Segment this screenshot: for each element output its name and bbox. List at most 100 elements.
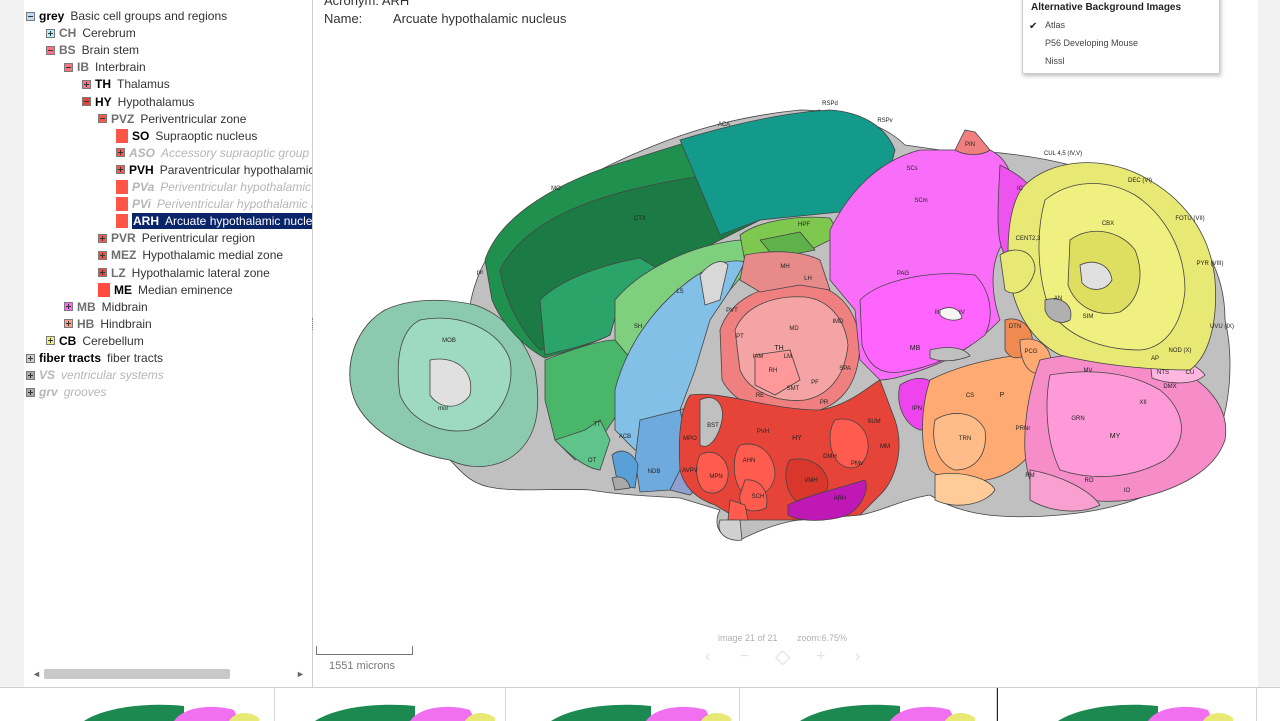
tree-node-label[interactable]: ARH Arcuate hypothalamic nucleus	[132, 213, 312, 230]
zoom-out-icon[interactable]: −	[740, 648, 749, 666]
structure-name: Hindbrain	[100, 316, 152, 331]
tree-node-label[interactable]: ME Median eminence	[114, 282, 233, 298]
scroll-left-icon[interactable]: ◄	[32, 667, 41, 681]
next-image-icon[interactable]: ›	[855, 648, 860, 666]
structure-color-swatch	[116, 197, 128, 212]
collapse-icon[interactable]	[82, 97, 91, 106]
expand-icon[interactable]	[46, 28, 55, 38]
tree-node-fiber-tracts[interactable]: fiber tracts fiber tracts	[26, 350, 163, 366]
tree-node-label[interactable]: BS Brain stem	[59, 42, 139, 58]
tree-node-ib[interactable]: IB Interbrain	[64, 59, 146, 75]
expand-icon[interactable]	[82, 79, 91, 89]
tree-node-hb[interactable]: HB Hindbrain	[64, 316, 152, 332]
expand-icon[interactable]	[64, 302, 73, 312]
tree-node-label[interactable]: IB Interbrain	[77, 59, 146, 75]
tree-node-label[interactable]: CB Cerebellum	[59, 333, 144, 349]
tree-node-arh[interactable]: ARH Arcuate hypothalamic nucleus	[116, 213, 312, 230]
structure-name: Periventricular hypothalamic n	[156, 197, 313, 212]
tree-node-label[interactable]: grv grooves	[39, 384, 106, 400]
svg-text:PT: PT	[736, 334, 744, 340]
expand-icon[interactable]	[64, 319, 73, 329]
svg-text:LS: LS	[676, 289, 683, 295]
expand-icon[interactable]	[98, 268, 107, 277]
collapse-icon[interactable]	[98, 114, 107, 124]
scroll-right-icon[interactable]: ►	[296, 667, 305, 681]
zoom-in-icon[interactable]: +	[816, 648, 825, 666]
tree-node-label[interactable]: CH Cerebrum	[59, 25, 136, 41]
tree-node-pvh[interactable]: PVH Paraventricular hypothalamic	[116, 162, 312, 178]
expand-icon[interactable]	[116, 148, 125, 158]
tree-node-label[interactable]: PVR Periventricular region	[111, 230, 255, 246]
tree-node-label[interactable]: HB Hindbrain	[77, 316, 152, 332]
expand-icon[interactable]	[26, 370, 35, 380]
collapse-icon[interactable]	[46, 45, 55, 55]
tree-node-cb[interactable]: CB Cerebellum	[46, 333, 144, 349]
tree-node-pvi[interactable]: PVi Periventricular hypothalamic n	[116, 196, 313, 212]
tree-node-label[interactable]: grey Basic cell groups and regions	[39, 8, 227, 24]
structure-name: Hypothalamic medial zone	[142, 248, 284, 263]
thumbnail-4[interactable]	[740, 688, 997, 721]
tree-node-mez[interactable]: MEZ Hypothalamic medial zone	[98, 247, 283, 263]
svg-text:DEC (VI): DEC (VI)	[1128, 178, 1152, 184]
tree-node-lz[interactable]: LZ Hypothalamic lateral zone	[98, 265, 270, 281]
tree-node-so[interactable]: SO Supraoptic nucleus	[116, 128, 257, 144]
expand-icon[interactable]	[116, 165, 125, 175]
thumbnail-filmstrip	[0, 687, 1280, 721]
option-p56-developing-mouse[interactable]: P56 Developing Mouse	[1045, 38, 1138, 48]
option-nissl[interactable]: Nissl	[1045, 56, 1065, 66]
tree-node-ch[interactable]: CH Cerebrum	[46, 25, 136, 41]
tree-node-label[interactable]: HY Hypothalamus	[95, 94, 194, 110]
tree-node-th[interactable]: TH Thalamus	[82, 76, 170, 92]
tree-node-label[interactable]: ASO Accessory supraoptic group	[129, 145, 309, 161]
svg-text:UVU (IX): UVU (IX)	[1210, 324, 1234, 330]
thumbnail-3[interactable]	[506, 688, 740, 721]
tree-node-label[interactable]: PVi Periventricular hypothalamic n	[132, 196, 313, 212]
expand-icon[interactable]	[98, 233, 107, 243]
alternative-background-images-panel: Alternative Background Images ✔ Atlas P5…	[1022, 0, 1220, 74]
tree-node-label[interactable]: PVH Paraventricular hypothalamic	[129, 162, 312, 178]
expand-icon[interactable]	[98, 250, 107, 260]
tree-node-pvr[interactable]: PVR Periventricular region	[98, 230, 255, 246]
tree-node-grv[interactable]: grv grooves	[26, 384, 106, 400]
tree-node-bs[interactable]: BS Brain stem	[46, 42, 139, 58]
atlas-sagittal-section[interactable]: CTX MO ACA RSPd RSPv MOB pir mol SCH HY …	[330, 100, 1250, 560]
name-info: Name: Arcuate hypothalamic nucleus	[324, 11, 566, 26]
thumbnail-5-selected[interactable]	[997, 688, 1257, 721]
previous-image-icon[interactable]: ‹	[705, 648, 710, 666]
tree-node-mb[interactable]: MB Midbrain	[64, 299, 148, 315]
expand-icon[interactable]	[46, 336, 55, 346]
tree-node-aso[interactable]: ASO Accessory supraoptic group	[116, 145, 309, 161]
scrollbar-thumb[interactable]	[44, 669, 230, 679]
tree-node-label[interactable]: TH Thalamus	[95, 76, 170, 92]
tree-node-label[interactable]: MEZ Hypothalamic medial zone	[111, 247, 283, 263]
tree-node-label[interactable]: PVa Periventricular hypothalamic n	[132, 179, 312, 195]
tree-node-label[interactable]: VS ventricular systems	[39, 367, 164, 383]
tree-node-hy[interactable]: HY Hypothalamus	[82, 94, 194, 110]
structure-name: Hypothalamus	[117, 94, 195, 109]
expand-icon[interactable]	[26, 353, 35, 363]
tree-node-pvz[interactable]: PVZ Periventricular zone	[98, 111, 246, 127]
panel-splitter-handle[interactable]	[312, 318, 316, 330]
tree-node-label[interactable]: PVZ Periventricular zone	[111, 111, 246, 127]
tree-node-me[interactable]: ME Median eminence	[98, 282, 233, 298]
tree-node-label[interactable]: LZ Hypothalamic lateral zone	[111, 265, 270, 281]
option-atlas[interactable]: Atlas	[1045, 20, 1065, 30]
structure-name: Thalamus	[117, 77, 170, 92]
thumbnail-1[interactable]	[24, 688, 275, 721]
tree-horizontal-scrollbar[interactable]: ◄ ►	[30, 667, 306, 681]
tree-node-label[interactable]: MB Midbrain	[77, 299, 148, 315]
structure-name: fiber tracts	[107, 351, 164, 365]
tree-node-grey[interactable]: grey Basic cell groups and regions	[26, 8, 227, 24]
tree-node-pva[interactable]: PVa Periventricular hypothalamic n	[116, 179, 312, 195]
tree-node-vs[interactable]: VS ventricular systems	[26, 367, 164, 383]
scale-bar-label: 1551 microns	[329, 660, 396, 672]
thumbnail-2[interactable]	[275, 688, 506, 721]
tree-node-label[interactable]: fiber tracts fiber tracts	[39, 350, 163, 366]
tree-node-label[interactable]: SO Supraoptic nucleus	[132, 128, 257, 144]
svg-text:CU: CU	[1186, 370, 1195, 376]
collapse-icon[interactable]	[64, 62, 73, 72]
collapse-icon[interactable]	[26, 11, 35, 21]
svg-text:DMH: DMH	[823, 454, 837, 460]
fit-view-icon[interactable]: ◇	[775, 644, 790, 669]
expand-icon[interactable]	[26, 387, 35, 397]
